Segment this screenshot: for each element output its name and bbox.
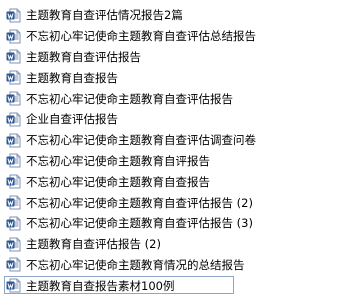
file-name: 不忘初心牢记使命主题教育情况的总结报告 <box>26 257 245 272</box>
word-doc-icon <box>6 278 21 293</box>
file-name: 主题教育自查报告素材100例 <box>26 278 175 293</box>
file-name: 不忘初心牢记使命主题教育自查评估报告 (3) <box>26 216 253 231</box>
word-doc-icon <box>6 29 21 44</box>
file-item[interactable]: 不忘初心牢记使命主题教育自查评估报告 <box>0 88 351 109</box>
file-name: 不忘初心牢记使命主题教育自查评估总结报告 <box>26 29 256 44</box>
file-item[interactable]: 企业自查评估报告 <box>0 109 351 130</box>
file-item[interactable]: 不忘初心牢记使命主题教育自查评估报告 (2) <box>0 192 351 213</box>
word-doc-icon <box>6 174 21 189</box>
file-name: 不忘初心牢记使命主题教育自查评估报告 <box>26 91 233 106</box>
file-name: 主题教育自查评估报告 <box>26 49 141 64</box>
file-item[interactable]: 不忘初心牢记使命主题教育自查评估报告 (3) <box>0 213 351 234</box>
word-doc-icon <box>6 70 21 85</box>
word-doc-icon <box>6 8 21 23</box>
file-item[interactable]: 不忘初心牢记使命主题教育情况的总结报告 <box>0 255 351 276</box>
word-doc-icon <box>6 112 21 127</box>
word-doc-icon <box>6 133 21 148</box>
file-item[interactable]: 主题教育自查评估报告 (2) <box>0 234 351 255</box>
file-name: 主题教育自查评估报告 (2) <box>26 237 161 252</box>
file-item[interactable]: 主题教育自查报告 <box>0 67 351 88</box>
file-name: 不忘初心牢记使命主题教育自查报告 <box>26 174 210 189</box>
file-name: 不忘初心牢记使命主题教育自评报告 <box>26 153 210 168</box>
file-name: 不忘初心牢记使命主题教育自查评估调查问卷 <box>26 133 256 148</box>
file-item[interactable]: 不忘初心牢记使命主题教育自查评估总结报告 <box>0 26 351 47</box>
word-doc-icon <box>6 237 21 252</box>
word-doc-icon <box>6 153 21 168</box>
file-name: 主题教育自查报告 <box>26 70 118 85</box>
file-item-selected[interactable]: 主题教育自查报告素材100例 <box>0 275 351 296</box>
file-name: 企业自查评估报告 <box>26 112 118 127</box>
file-item[interactable]: 主题教育自查评估情况报告2篇 <box>0 5 351 26</box>
word-doc-icon <box>6 216 21 231</box>
word-doc-icon <box>6 91 21 106</box>
file-item[interactable]: 不忘初心牢记使命主题教育自评报告 <box>0 151 351 172</box>
file-item[interactable]: 不忘初心牢记使命主题教育自查报告 <box>0 171 351 192</box>
word-doc-icon <box>6 49 21 64</box>
word-doc-icon <box>6 195 21 210</box>
word-doc-icon <box>6 257 21 272</box>
file-item[interactable]: 不忘初心牢记使命主题教育自查评估调查问卷 <box>0 130 351 151</box>
file-item[interactable]: 主题教育自查评估报告 <box>0 47 351 68</box>
file-list: 主题教育自查评估情况报告2篇 不忘初心牢记使命主题教育自查评估总结报告 主题教育… <box>0 0 351 307</box>
file-name: 不忘初心牢记使命主题教育自查评估报告 (2) <box>26 195 253 210</box>
file-name: 主题教育自查评估情况报告2篇 <box>26 8 183 23</box>
